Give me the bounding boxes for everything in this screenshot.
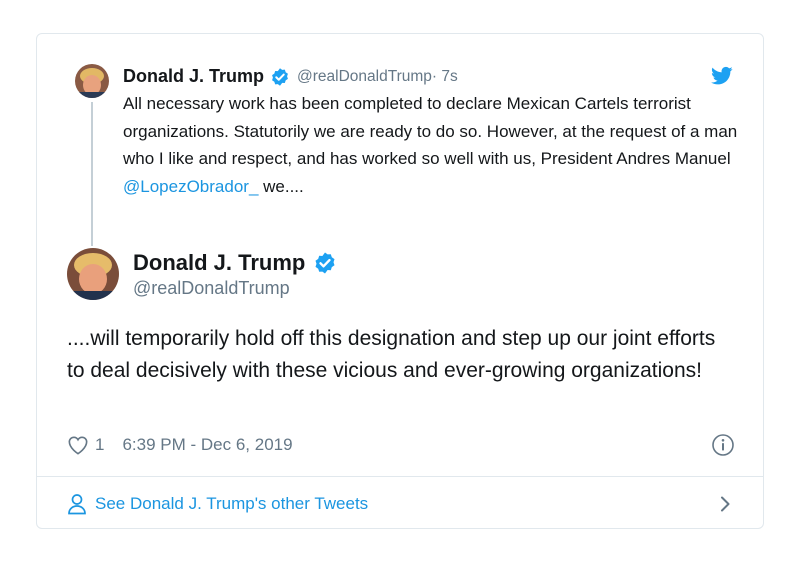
verified-badge-icon: [272, 67, 288, 86]
tweet-meta-row: 1 6:39 PM - Dec 6, 2019: [67, 432, 735, 458]
like-count: 1: [95, 435, 105, 454]
chevron-right-icon[interactable]: [717, 495, 733, 513]
see-other-tweets-link[interactable]: See Donald J. Trump's other Tweets: [67, 489, 733, 519]
parent-author-name[interactable]: Donald J. Trump: [123, 66, 264, 87]
parent-text-part2: we....: [258, 176, 304, 196]
main-author-row: Donald J. Trump: [133, 250, 337, 276]
parent-avatar[interactable]: [75, 64, 109, 98]
embedded-tweet-card: Donald J. Trump @realDonaldTrump · 7s Al…: [36, 33, 764, 529]
parent-tweet-header: Donald J. Trump @realDonaldTrump · 7s: [123, 66, 458, 87]
main-handle[interactable]: @realDonaldTrump: [133, 278, 290, 299]
heart-icon[interactable]: [67, 435, 89, 455]
main-avatar[interactable]: [67, 248, 119, 300]
parent-tweet[interactable]: Donald J. Trump @realDonaldTrump · 7s Al…: [37, 34, 763, 246]
parent-tweet-text: All necessary work has been completed to…: [123, 90, 743, 200]
verified-badge-icon: [315, 252, 335, 274]
main-author-name[interactable]: Donald J. Trump: [133, 250, 305, 276]
info-icon[interactable]: [711, 433, 735, 457]
thread-line: [91, 102, 93, 246]
tweet-timestamp[interactable]: 6:39 PM - Dec 6, 2019: [122, 435, 292, 455]
parent-handle[interactable]: @realDonaldTrump: [297, 68, 432, 86]
parent-time[interactable]: · 7s: [432, 68, 458, 86]
twitter-bird-icon[interactable]: [711, 66, 733, 86]
mention-link[interactable]: @LopezObrador_: [123, 177, 258, 196]
parent-text-part1: All necessary work has been completed to…: [123, 94, 738, 168]
see-other-tweets-label[interactable]: See Donald J. Trump's other Tweets: [95, 494, 368, 514]
person-icon: [68, 494, 86, 515]
main-tweet-text: ....will temporarily hold off this desig…: [67, 327, 716, 382]
footer-divider: [37, 476, 763, 477]
